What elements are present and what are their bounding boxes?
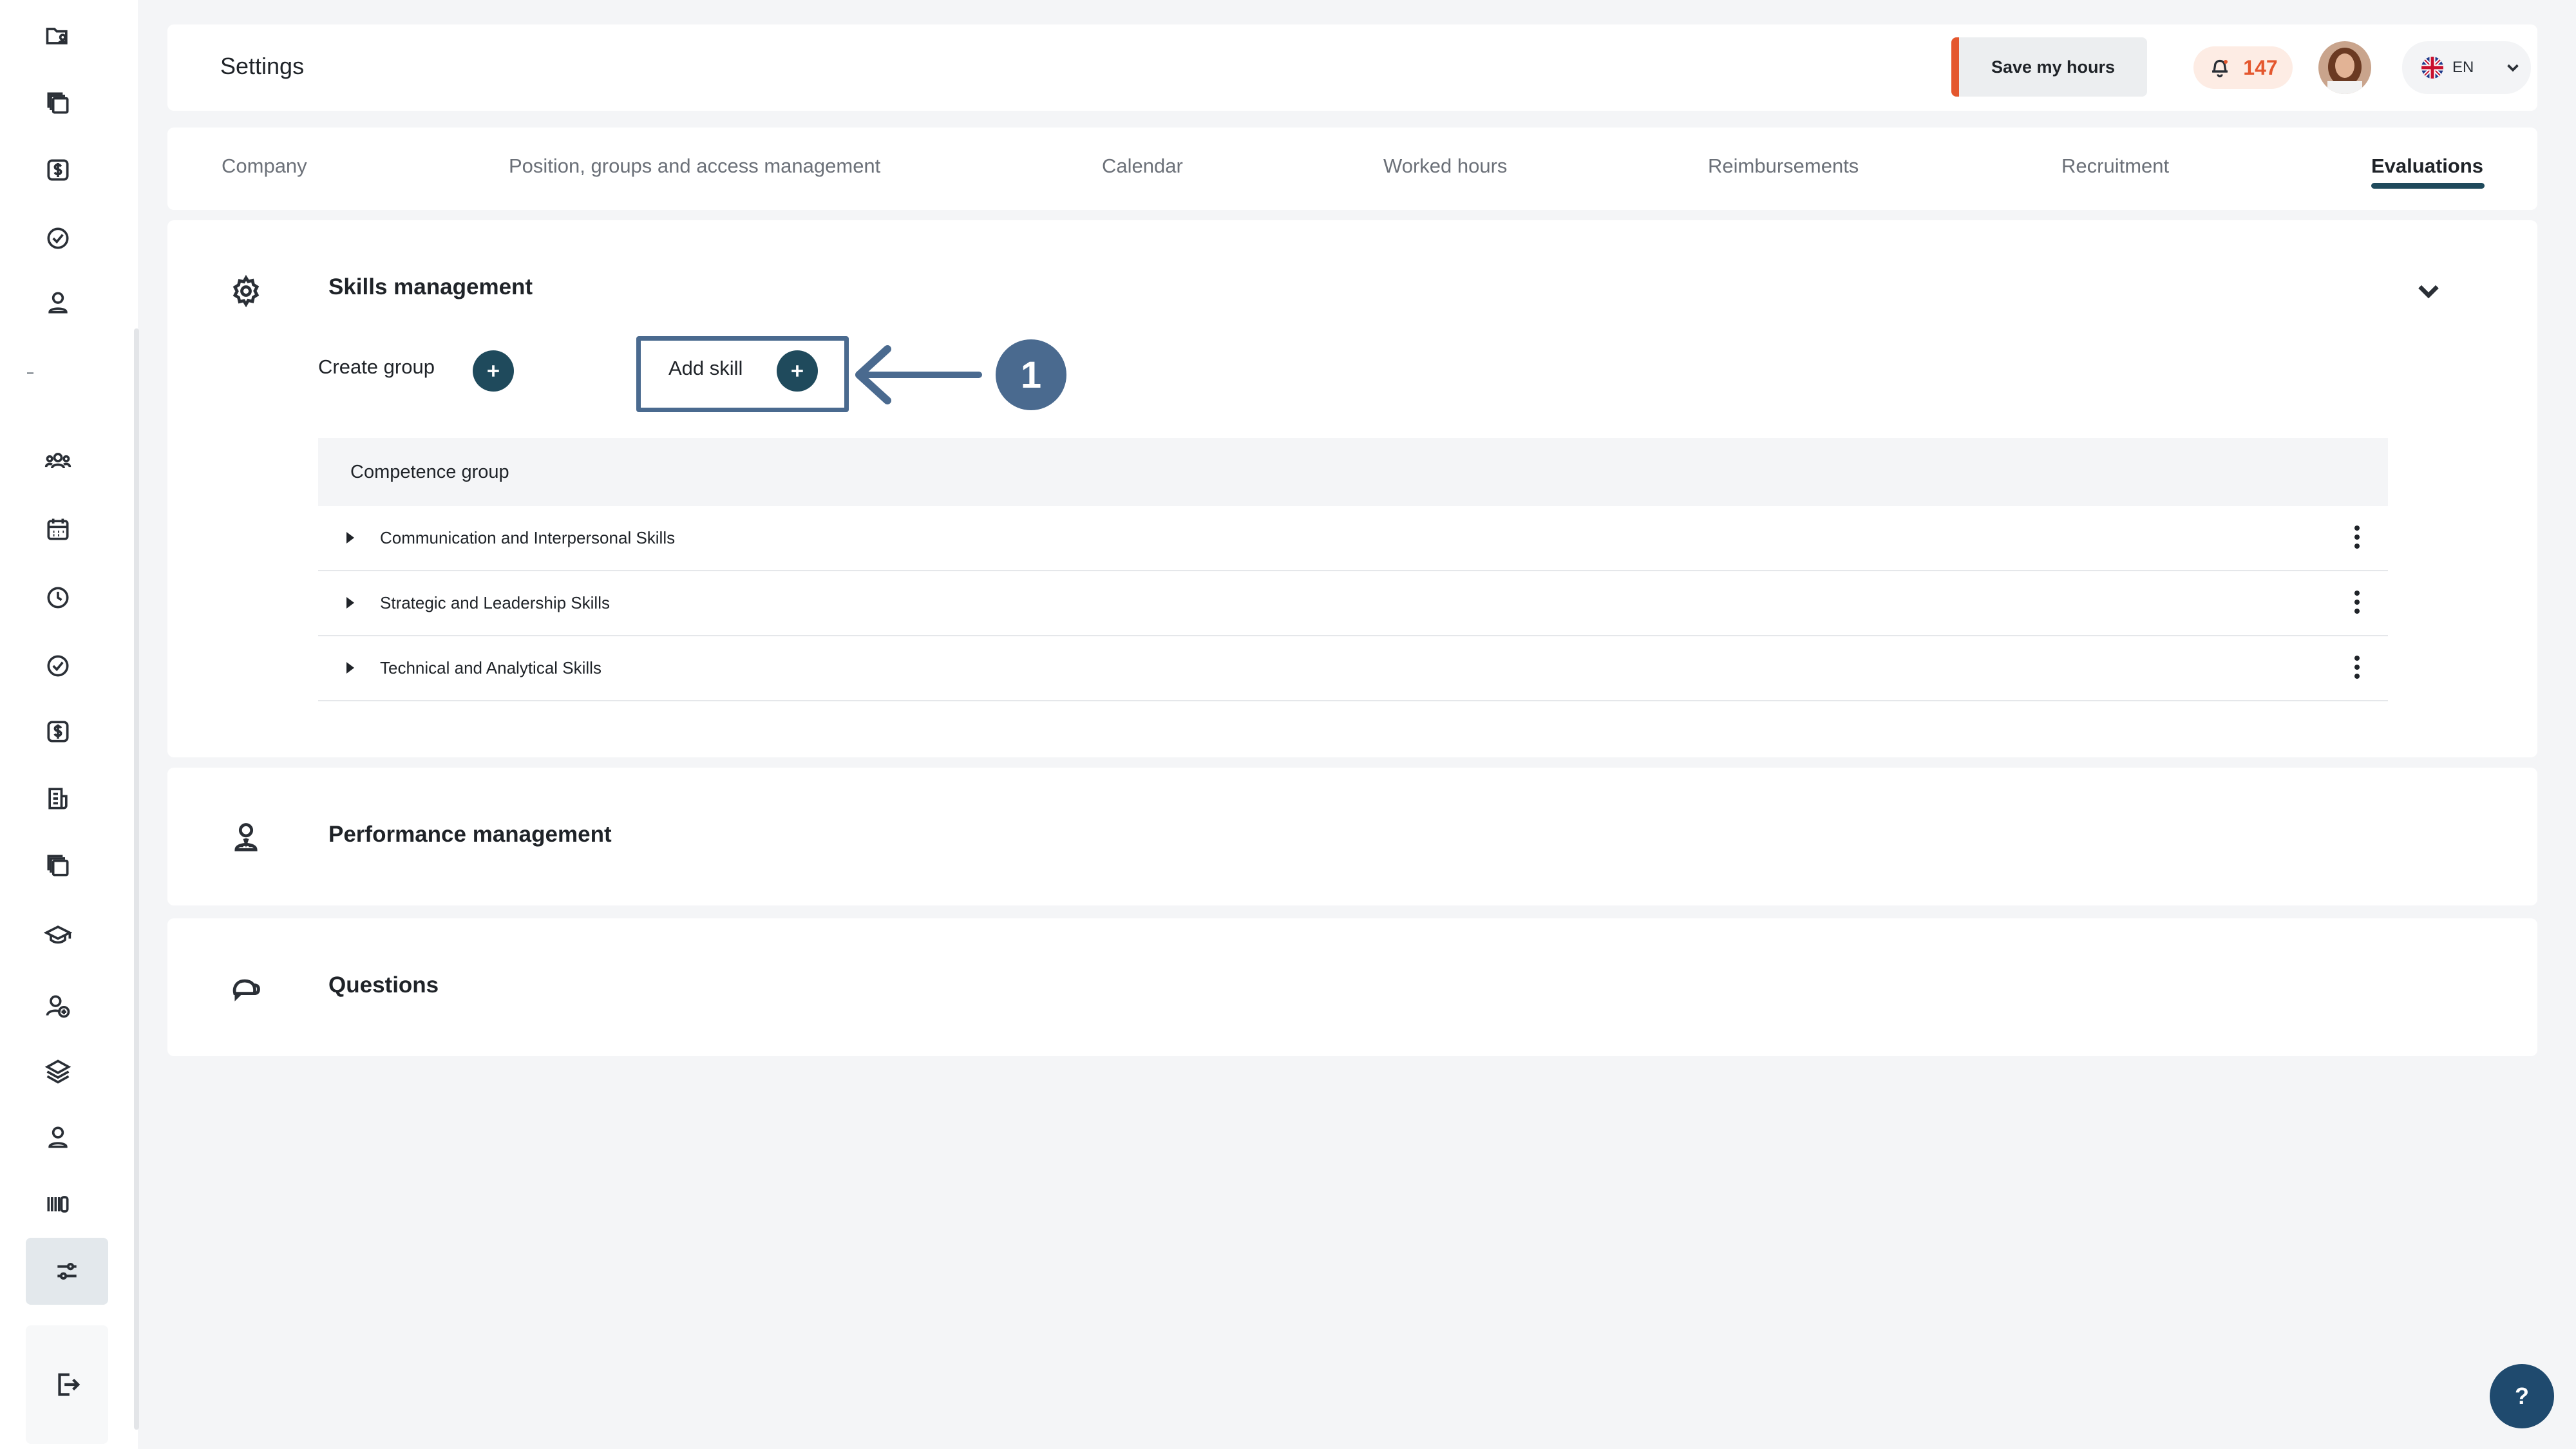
help-button[interactable]: ? <box>2490 1364 2554 1428</box>
sidebar-scrollbar[interactable] <box>134 328 139 1430</box>
chat-bubble-icon <box>229 971 263 1005</box>
gear-icon <box>229 274 263 308</box>
document-icon[interactable] <box>41 782 75 815</box>
tab-worked-hours[interactable]: Worked hours <box>1383 155 1507 178</box>
section-title[interactable]: Performance management <box>328 822 612 848</box>
page-title: Settings <box>220 53 305 79</box>
sliders-icon <box>57 1262 77 1280</box>
tab-position-groups-access[interactable]: Position, groups and access management <box>509 155 880 178</box>
language-selector[interactable]: EN <box>2402 41 2531 94</box>
performance-management-section[interactable]: Performance management <box>167 768 2537 905</box>
divider <box>27 372 33 374</box>
folder-user-icon[interactable] <box>41 19 75 53</box>
user-icon[interactable] <box>41 286 75 319</box>
row-label: Strategic and Leadership Skills <box>380 593 610 612</box>
more-options-icon[interactable] <box>2353 656 2361 681</box>
plus-icon <box>791 365 803 377</box>
user-icon[interactable] <box>41 1121 75 1154</box>
tab-calendar[interactable]: Calendar <box>1102 155 1183 178</box>
competence-group-table: Competence group Communication and Inter… <box>318 438 2388 701</box>
barcode-icon[interactable] <box>41 1188 75 1221</box>
chevron-down-icon <box>2507 64 2519 72</box>
language-code: EN <box>2452 59 2474 76</box>
dollar-icon[interactable] <box>41 153 75 187</box>
calendar-icon[interactable] <box>41 513 75 546</box>
table-header: Competence group <box>318 438 2388 506</box>
row-label: Technical and Analytical Skills <box>380 658 601 677</box>
layers-icon[interactable] <box>41 1055 75 1088</box>
sidebar-item-settings[interactable] <box>26 1238 108 1305</box>
plus-icon <box>488 365 499 377</box>
user-tie-icon <box>229 820 263 854</box>
graduation-icon[interactable] <box>41 918 75 952</box>
user-add-icon[interactable] <box>41 989 75 1023</box>
callout-arrow <box>855 345 982 404</box>
active-tab-indicator <box>2371 183 2485 189</box>
create-group-label: Create group <box>318 355 435 378</box>
logout-button[interactable] <box>26 1325 108 1444</box>
team-icon[interactable] <box>41 444 75 478</box>
notification-count: 147 <box>2243 55 2278 79</box>
check-circle-icon[interactable] <box>41 649 75 683</box>
section-title[interactable]: Skills management <box>328 274 533 300</box>
logout-icon <box>58 1373 80 1396</box>
callout-step-badge: 1 <box>996 339 1066 410</box>
uk-flag-icon <box>2421 57 2443 79</box>
add-skill-label: Add skill <box>668 357 743 379</box>
tab-recruitment[interactable]: Recruitment <box>2061 155 2169 178</box>
table-row[interactable]: Technical and Analytical Skills <box>318 636 2388 701</box>
copy-icon[interactable] <box>41 86 75 120</box>
row-label: Communication and Interpersonal Skills <box>380 528 676 547</box>
settings-tabs: Company Position, groups and access mana… <box>167 128 2537 210</box>
add-skill-button[interactable] <box>777 350 818 392</box>
tab-reimbursements[interactable]: Reimbursements <box>1708 155 1859 178</box>
sidebar <box>0 0 139 1449</box>
create-group-button[interactable] <box>473 350 514 392</box>
check-circle-icon[interactable] <box>41 222 75 255</box>
questions-section[interactable]: Questions <box>167 918 2537 1056</box>
expand-caret-icon[interactable] <box>346 532 354 544</box>
skills-management-section: Skills management Create group Add skill… <box>167 220 2537 757</box>
more-options-icon[interactable] <box>2353 591 2361 616</box>
expand-caret-icon[interactable] <box>346 662 354 674</box>
notifications-button[interactable]: 147 <box>2193 46 2293 89</box>
dollar-icon[interactable] <box>41 715 75 748</box>
chevron-down-icon[interactable] <box>2414 276 2443 305</box>
top-header: Settings Save my hours 147 EN <box>167 24 2537 111</box>
tab-evaluations[interactable]: Evaluations <box>2371 155 2483 178</box>
table-row[interactable]: Communication and Interpersonal Skills <box>318 506 2388 571</box>
more-options-icon[interactable] <box>2353 526 2361 551</box>
clock-icon[interactable] <box>41 581 75 614</box>
bell-icon <box>2212 59 2228 78</box>
save-my-hours-button[interactable]: Save my hours <box>1951 37 2147 97</box>
copy-icon[interactable] <box>41 849 75 882</box>
section-title[interactable]: Questions <box>328 972 439 998</box>
tab-company[interactable]: Company <box>222 155 307 178</box>
expand-caret-icon[interactable] <box>346 597 354 609</box>
avatar[interactable] <box>2318 41 2371 94</box>
table-row[interactable]: Strategic and Leadership Skills <box>318 571 2388 636</box>
